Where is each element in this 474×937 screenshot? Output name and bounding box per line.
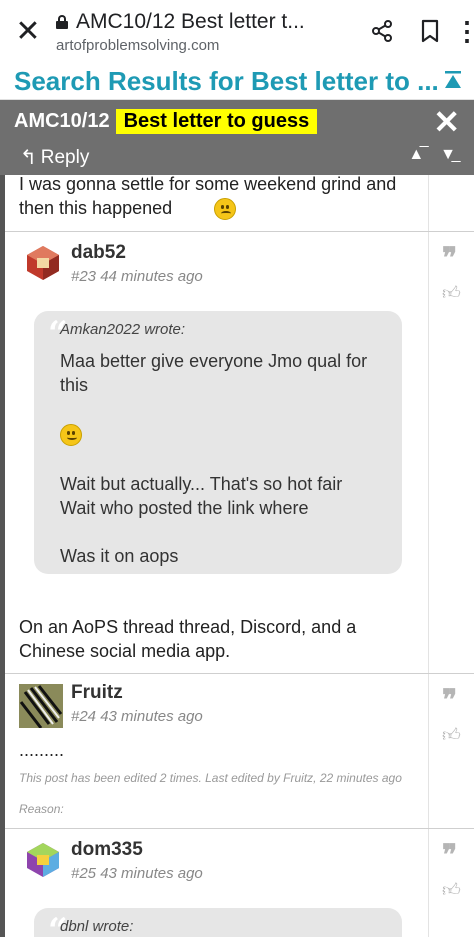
quote-author: Amkan2022 wrote: (60, 321, 186, 338)
share-button[interactable] (358, 0, 406, 62)
page-url: artofproblemsolving.com (56, 37, 220, 54)
more-options-icon[interactable]: ⋮ (454, 16, 474, 47)
quote-line: Wait who posted the link where (60, 498, 309, 518)
jump-first-icon[interactable]: ▲̅ (408, 146, 424, 164)
quote-reply-icon[interactable]: ❞ (442, 244, 457, 272)
lock-icon (56, 15, 68, 29)
quote-line: Was it on aops (60, 546, 179, 566)
post-actions: ❞ 👍︎ (428, 674, 474, 828)
quote-line: Maa better give everyone Jmo qual for (60, 351, 368, 371)
quote-line: this (60, 375, 89, 395)
quote-reply-icon[interactable]: ❞ (442, 841, 457, 869)
post-number[interactable]: #25 (71, 865, 96, 882)
quote-line: Wait but actually... That's so hot fair (60, 474, 343, 494)
search-results-header: Search Results for Best letter to ... (0, 62, 474, 100)
user-avatar[interactable] (25, 244, 61, 280)
post-item: dom335 #25 43 minutes ago “ dbnl wrote: … (5, 829, 474, 937)
username[interactable]: dab52 (71, 242, 126, 264)
post-actions: ❞ 👍︎ (428, 829, 474, 937)
like-icon[interactable]: 👍︎ (442, 724, 461, 746)
like-icon[interactable]: 👍︎ (442, 879, 461, 901)
username[interactable]: Fruitz (71, 682, 123, 704)
reply-icon: ↰ (20, 147, 37, 169)
post-number[interactable]: #23 (71, 268, 96, 285)
quote-author: dbnl wrote: (60, 918, 134, 935)
share-icon (372, 20, 392, 42)
page-title: AMC10/12 Best letter t... (76, 10, 305, 33)
post-text-line: On an AoPS thread thread, Discord, and a (19, 617, 357, 637)
forum-name: AMC10/12 (14, 110, 110, 132)
post-time: 43 minutes ago (100, 708, 203, 725)
wink-emoji-icon (60, 424, 82, 446)
post-time: 43 minutes ago (100, 865, 203, 882)
user-avatar[interactable] (19, 684, 63, 728)
close-tab-button[interactable]: ✕ (0, 0, 56, 62)
browser-toolbar: ✕ AMC10/12 Best letter t... artofproblem… (0, 0, 474, 62)
quote-reply-icon[interactable]: ❞ (442, 686, 457, 714)
search-results-title: Search Results for Best letter to ... (14, 66, 439, 96)
like-icon[interactable]: 👍︎ (442, 282, 461, 304)
post-time: 44 minutes ago (100, 268, 203, 285)
post-actions (428, 175, 474, 231)
post-text-line: Chinese social media app. (19, 641, 231, 661)
quote-block: “ dbnl wrote: (34, 908, 402, 937)
post-item: I was gonna settle for some weekend grin… (5, 175, 474, 232)
reply-button[interactable]: ↰ Reply (20, 145, 89, 170)
post-item: Fruitz #24 43 minutes ago ......... This… (5, 674, 474, 829)
post-number[interactable]: #24 (71, 708, 96, 725)
close-topic-icon[interactable]: ✕ (433, 106, 460, 138)
user-avatar[interactable] (25, 841, 61, 877)
post-text: ......... (19, 740, 65, 760)
bookmark-button[interactable] (406, 0, 454, 62)
address-bar[interactable]: AMC10/12 Best letter t... artofproblemso… (56, 8, 358, 54)
jump-last-icon[interactable]: ▼̲ (440, 146, 456, 164)
sad-emoji-icon (214, 198, 236, 220)
topic-header: AMC10/12 Best letter to guess ✕ ↰ Reply … (0, 100, 474, 175)
edit-reason: Reason: (19, 802, 64, 816)
edit-notice: This post has been edited 2 times. Last … (19, 771, 402, 785)
username[interactable]: dom335 (71, 839, 143, 861)
post-actions: ❞ 👍︎ (428, 232, 474, 673)
quote-block: “ Amkan2022 wrote: Maa better give every… (34, 311, 402, 574)
bookmark-icon (421, 19, 439, 43)
post-item: dab52 #23 44 minutes ago “ Amkan2022 wro… (5, 232, 474, 674)
scroll-top-icon[interactable] (444, 70, 462, 90)
post-feed: I was gonna settle for some weekend grin… (0, 175, 474, 937)
topic-subject: Best letter to guess (115, 109, 318, 134)
reply-label: Reply (40, 146, 90, 168)
